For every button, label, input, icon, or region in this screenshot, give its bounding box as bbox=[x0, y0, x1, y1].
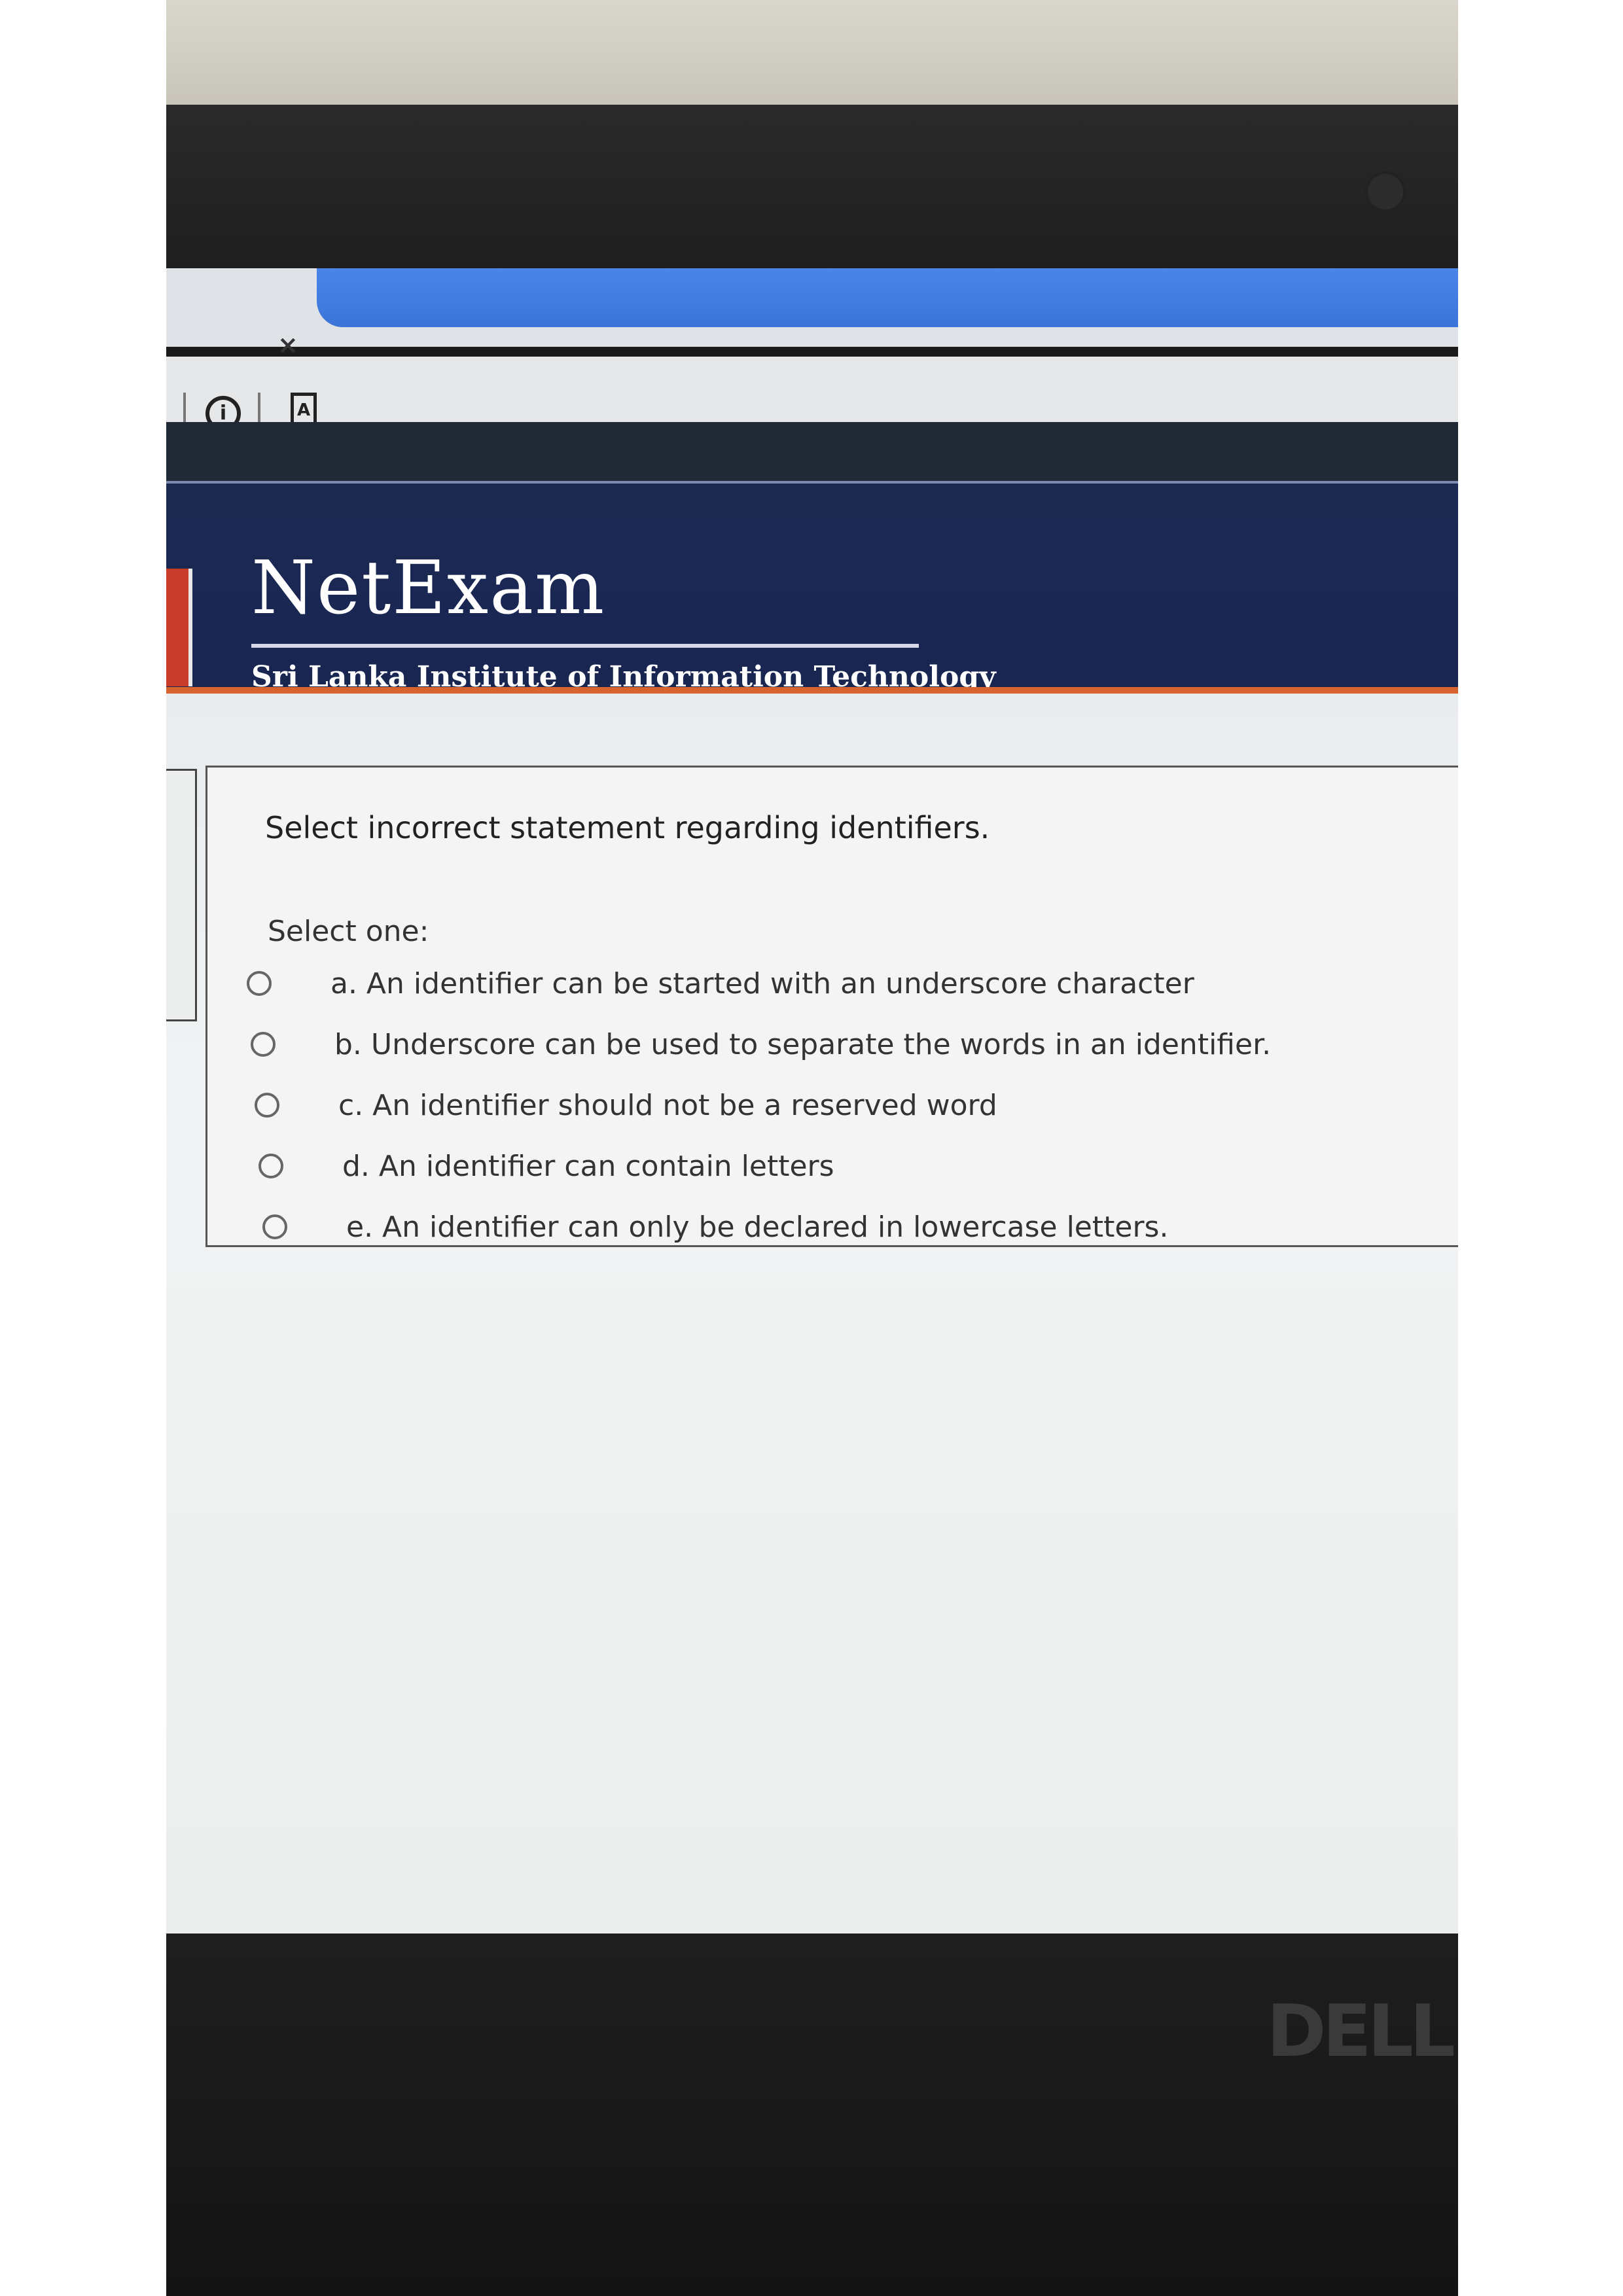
answer-option-d[interactable]: d. An identifier can contain letters bbox=[259, 1140, 834, 1192]
select-one-label: Select one: bbox=[268, 915, 429, 948]
institute-logo bbox=[166, 569, 192, 686]
browser-toolbar bbox=[166, 357, 1458, 423]
radio-button[interactable] bbox=[247, 971, 272, 996]
brand-underline bbox=[251, 644, 919, 648]
radio-button[interactable] bbox=[255, 1093, 279, 1118]
option-label: b. Underscore can be used to separate th… bbox=[334, 1027, 1272, 1061]
answer-option-c[interactable]: c. An identifier should not be a reserve… bbox=[255, 1079, 997, 1131]
photo-scene: × i A NetExam Sri Lanka Institute of Inf… bbox=[166, 0, 1458, 2296]
header-accent-stripe bbox=[166, 687, 1458, 694]
answer-option-a[interactable]: a. An identifier can be started with an … bbox=[247, 957, 1194, 1010]
webcam-icon bbox=[1365, 171, 1406, 212]
netexam-header: NetExam Sri Lanka Institute of Informati… bbox=[166, 481, 1458, 694]
dell-logo: DELL bbox=[1266, 1989, 1455, 2073]
radio-button[interactable] bbox=[259, 1154, 283, 1178]
option-label: d. An identifier can contain letters bbox=[342, 1149, 834, 1183]
brand-title: NetExam bbox=[251, 546, 606, 631]
toolbar-dark-band bbox=[166, 422, 1458, 481]
option-label: e. An identifier can only be declared in… bbox=[346, 1210, 1169, 1244]
answer-option-e[interactable]: e. An identifier can only be declared in… bbox=[262, 1201, 1168, 1253]
quiz-content: Select incorrect statement regarding ide… bbox=[166, 694, 1458, 1937]
question-card: Select incorrect statement regarding ide… bbox=[205, 766, 1458, 1247]
radio-button[interactable] bbox=[262, 1214, 287, 1239]
question-info-panel bbox=[166, 769, 197, 1021]
answer-option-b[interactable]: b. Underscore can be used to separate th… bbox=[251, 1018, 1271, 1070]
option-label: c. An identifier should not be a reserve… bbox=[338, 1088, 997, 1122]
question-text: Select incorrect statement regarding ide… bbox=[265, 810, 990, 845]
radio-button[interactable] bbox=[251, 1032, 276, 1057]
laptop-bezel-bottom bbox=[166, 1934, 1458, 2296]
browser-tab[interactable] bbox=[317, 268, 1458, 327]
close-tab-icon[interactable]: × bbox=[277, 330, 298, 359]
option-label: a. An identifier can be started with an … bbox=[330, 966, 1194, 1000]
